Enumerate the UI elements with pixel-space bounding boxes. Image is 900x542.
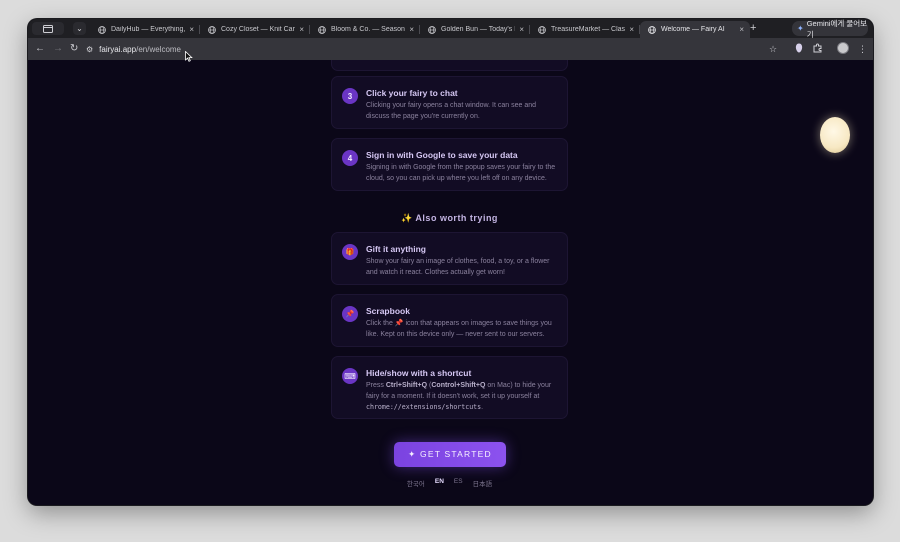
site-info-icon[interactable]: ⚙	[86, 45, 93, 54]
tab-golden-bun[interactable]: Golden Bun — Today's Me ×	[420, 21, 530, 38]
menu-dots-icon[interactable]: ⋮	[858, 43, 867, 55]
tab-title: Welcome — Fairy AI	[661, 26, 725, 33]
extra-title: Hide/show with a shortcut	[366, 368, 472, 378]
step-number: 4	[342, 150, 358, 166]
tab-close-icon[interactable]: ×	[299, 25, 304, 34]
extra-card-gift: 🎁 Gift it anything Show your fairy an im…	[331, 232, 568, 285]
language-ko[interactable]: 한국어	[407, 478, 425, 488]
pin-icon: 📌	[342, 306, 358, 322]
pin-icon: 📌	[394, 320, 404, 327]
step-card-3: 3 Click your fairy to chat Clicking your…	[331, 76, 568, 129]
browser-window: ⌄ DailyHub — Everything, To × Cozy Close…	[28, 19, 873, 505]
globe-icon	[318, 25, 326, 34]
step-description: Clicking your fairy opens a chat window.…	[366, 102, 537, 120]
extra-card-shortcut: ⌨ Hide/show with a shortcut Press Ctrl+S…	[331, 356, 568, 419]
tab-title: DailyHub — Everything, To	[111, 26, 186, 33]
url-host: fairyai.app	[99, 44, 137, 54]
gemini-label: Gemini에게 물어보기	[806, 19, 868, 39]
shortcut-key: Ctrl+Shift+Q	[385, 382, 428, 389]
profile-avatar[interactable]	[837, 42, 849, 54]
tab-title: Cozy Closet — Knit Cardig	[221, 26, 295, 33]
url-path: /en/welcome	[136, 44, 182, 54]
keyboard-icon: ⌨	[342, 368, 358, 384]
forward-arrow-icon[interactable]: →	[53, 43, 63, 55]
extra-title: Scrapbook	[366, 306, 410, 316]
extra-description: Click the 📌 icon that appears on images …	[366, 320, 552, 338]
tab-bloom[interactable]: Bloom & Co. — Seasonal B ×	[310, 21, 420, 38]
tab-close-icon[interactable]: ×	[519, 25, 524, 34]
tab-title: Bloom & Co. — Seasonal B	[331, 26, 405, 33]
step-title: Click your fairy to chat	[366, 88, 458, 98]
tab-list-chevron-icon[interactable]: ⌄	[73, 22, 86, 35]
new-tab-button[interactable]: +	[750, 22, 756, 35]
mouse-cursor-icon	[185, 50, 193, 62]
language-en[interactable]: EN	[435, 478, 444, 488]
step-number: 3	[342, 88, 358, 104]
globe-icon	[538, 25, 546, 34]
tab-strip: ⌄ DailyHub — Everything, To × Cozy Close…	[28, 19, 873, 39]
shortcuts-url: chrome://extensions/shortcuts	[366, 403, 482, 411]
get-started-button[interactable]: ✦ GET STARTED	[394, 442, 506, 467]
gemini-button[interactable]: ✦ Gemini에게 물어보기	[792, 19, 868, 39]
tab-title: Golden Bun — Today's Me	[441, 26, 515, 33]
step-card-partial	[331, 60, 568, 71]
extra-card-scrapbook: 📌 Scrapbook Click the 📌 icon that appear…	[331, 294, 568, 347]
shortcut-key-mac: Control+Shift+Q	[431, 382, 486, 389]
globe-icon	[428, 25, 436, 34]
extension-fairy-icon[interactable]	[795, 43, 803, 56]
tab-close-icon[interactable]: ×	[189, 25, 194, 34]
globe-icon	[208, 25, 216, 34]
extra-title: Gift it anything	[366, 244, 426, 254]
extensions-puzzle-icon[interactable]	[813, 43, 823, 56]
tab-close-icon[interactable]: ×	[409, 25, 414, 34]
browser-toolbar: ← → ↻ ⚙ fairyai.app/en/welcome ☆ ⋮	[28, 38, 873, 60]
reload-icon[interactable]: ↻	[70, 43, 78, 55]
tab-search-icon[interactable]	[32, 22, 64, 35]
fairy-avatar[interactable]	[820, 117, 850, 153]
step-title: Sign in with Google to save your data	[366, 150, 518, 160]
tab-welcome-fairy-ai[interactable]: Welcome — Fairy AI ×	[640, 21, 750, 38]
globe-icon	[648, 25, 656, 34]
tab-cozy-closet[interactable]: Cozy Closet — Knit Cardig ×	[200, 21, 310, 38]
tab-close-icon[interactable]: ×	[739, 25, 744, 34]
tab-dailyhub[interactable]: DailyHub — Everything, To ×	[90, 21, 200, 38]
extra-description: Press Ctrl+Shift+Q (Control+Shift+Q on M…	[366, 382, 552, 411]
language-es[interactable]: ES	[454, 478, 463, 488]
step-description: Signing in with Google from the popup sa…	[366, 164, 556, 182]
back-arrow-icon[interactable]: ←	[35, 43, 45, 55]
section-title: ✨ Also worth trying	[401, 213, 498, 223]
language-switcher: 한국어 EN ES 日本語	[331, 478, 568, 488]
sparkle-icon: ✦	[797, 24, 804, 33]
extra-description: Show your fairy an image of clothes, foo…	[366, 258, 550, 276]
tab-treasuremarket[interactable]: TreasureMarket — Classic ×	[530, 21, 640, 38]
gift-icon: 🎁	[342, 244, 358, 260]
globe-icon	[98, 25, 106, 34]
language-ja[interactable]: 日本語	[473, 478, 493, 488]
tab-title: TreasureMarket — Classic	[551, 26, 626, 33]
tab-close-icon[interactable]: ×	[629, 25, 634, 34]
bookmark-star-icon[interactable]: ☆	[769, 43, 777, 55]
welcome-page: 3 Click your fairy to chat Clicking your…	[28, 60, 873, 505]
step-card-4: 4 Sign in with Google to save your data …	[331, 138, 568, 191]
